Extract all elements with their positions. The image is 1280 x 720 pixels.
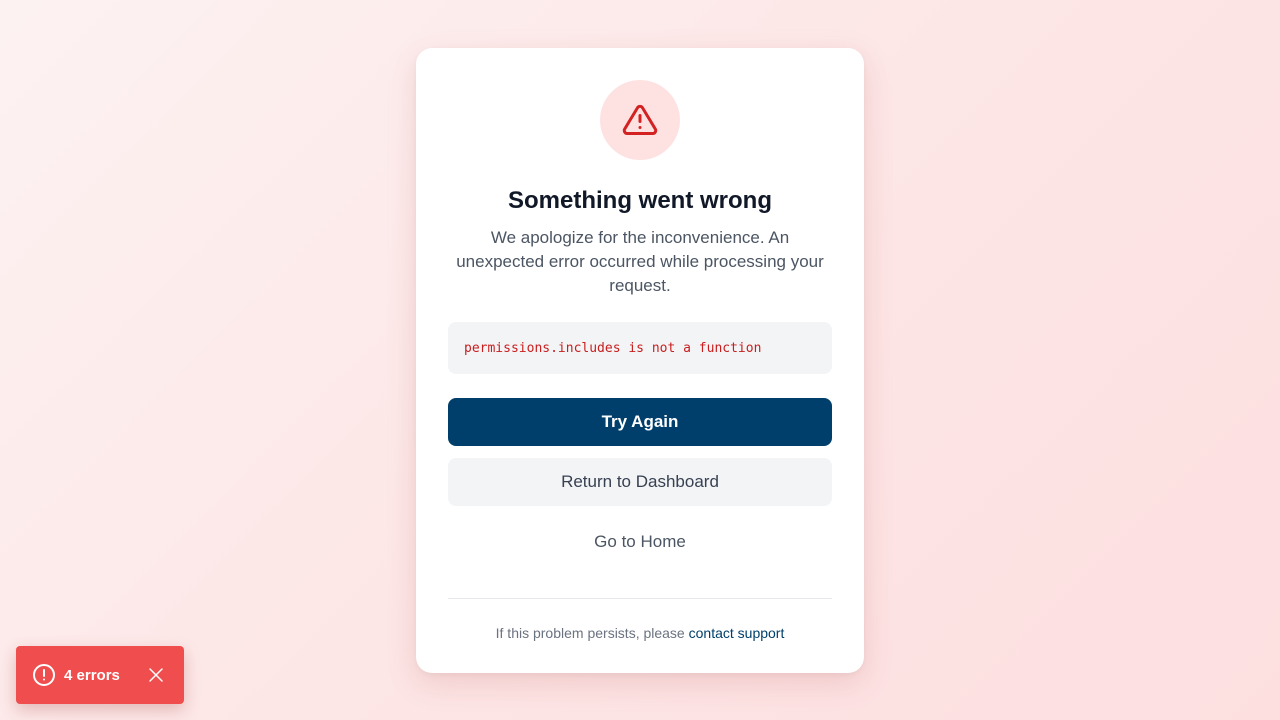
toast-close-button[interactable] bbox=[144, 663, 168, 687]
error-card: Something went wrong We apologize for th… bbox=[416, 48, 864, 673]
divider bbox=[448, 598, 832, 599]
return-to-dashboard-button[interactable]: Return to Dashboard bbox=[448, 458, 832, 506]
warning-triangle-icon bbox=[622, 104, 658, 135]
support-footer: If this problem persists, please contact… bbox=[448, 625, 832, 641]
page-title: Something went wrong bbox=[508, 187, 772, 214]
alert-circle-icon bbox=[33, 664, 55, 686]
close-icon bbox=[149, 668, 163, 682]
error-description: We apologize for the inconvenience. An u… bbox=[456, 228, 824, 295]
error-message-box: permissions.includes is not a function bbox=[448, 322, 832, 374]
error-message: permissions.includes is not a function bbox=[464, 340, 762, 356]
try-again-button[interactable]: Try Again bbox=[448, 398, 832, 446]
error-toast[interactable]: 4 errors bbox=[16, 646, 184, 704]
contact-support-link[interactable]: contact support bbox=[689, 625, 785, 641]
error-count-label: 4 errors bbox=[64, 666, 120, 684]
go-to-home-button[interactable]: Go to Home bbox=[448, 518, 832, 566]
footer-text: If this problem persists, please bbox=[495, 625, 689, 641]
warning-icon-badge bbox=[600, 80, 680, 160]
